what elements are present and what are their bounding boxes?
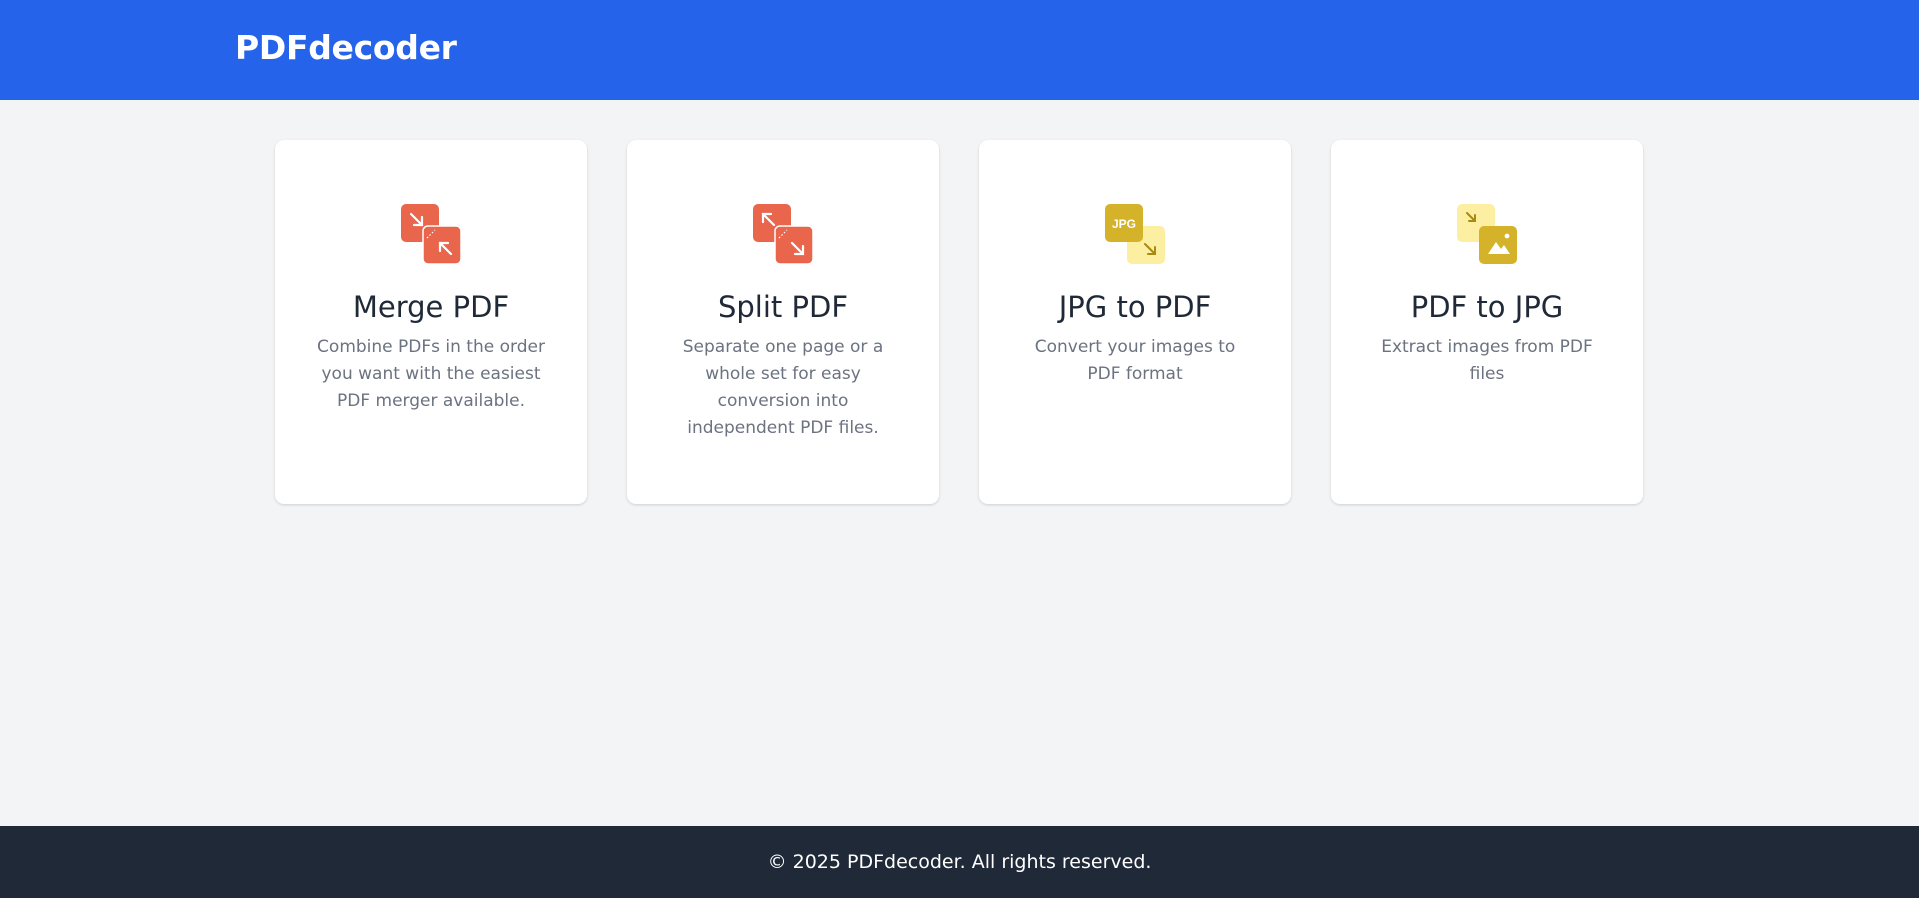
copyright-text: © 2025 PDFdecoder. All rights reserved. [767, 851, 1152, 873]
jpg-to-pdf-card[interactable]: JPG JPG to PDF Convert your images to PD… [979, 140, 1291, 504]
card-title: PDF to JPG [1410, 290, 1564, 324]
card-description: Extract images from PDF files [1381, 337, 1593, 385]
card-title: Split PDF [717, 290, 849, 324]
merge-pdf-card[interactable]: Merge PDF Combine PDFs in the order you … [275, 140, 587, 504]
card-title: JPG to PDF [1058, 290, 1212, 324]
jpg-label: JPG [1112, 217, 1136, 231]
split-pdf-card[interactable]: Split PDF Separate one page or a whole s… [627, 140, 939, 504]
site-header: PDFdecoder [0, 0, 1919, 100]
tool-grid: Merge PDF Combine PDFs in the order you … [275, 140, 1643, 504]
merge-pdf-icon [401, 204, 461, 264]
card-description: Convert your images to PDF format [1034, 337, 1236, 385]
card-title: Merge PDF [352, 290, 510, 324]
card-description: Combine PDFs in the order you want with … [317, 337, 545, 412]
pdf-to-jpg-card[interactable]: PDF to JPG Extract images from PDF files [1331, 140, 1643, 504]
site-footer: © 2025 PDFdecoder. All rights reserved. [0, 826, 1919, 898]
site-logo[interactable]: PDFdecoder [235, 28, 457, 67]
jpg-to-pdf-icon: JPG [1105, 204, 1165, 264]
split-pdf-icon [753, 204, 813, 264]
card-description: Separate one page or a whole set for eas… [682, 337, 884, 439]
pdf-to-jpg-icon [1457, 204, 1517, 264]
